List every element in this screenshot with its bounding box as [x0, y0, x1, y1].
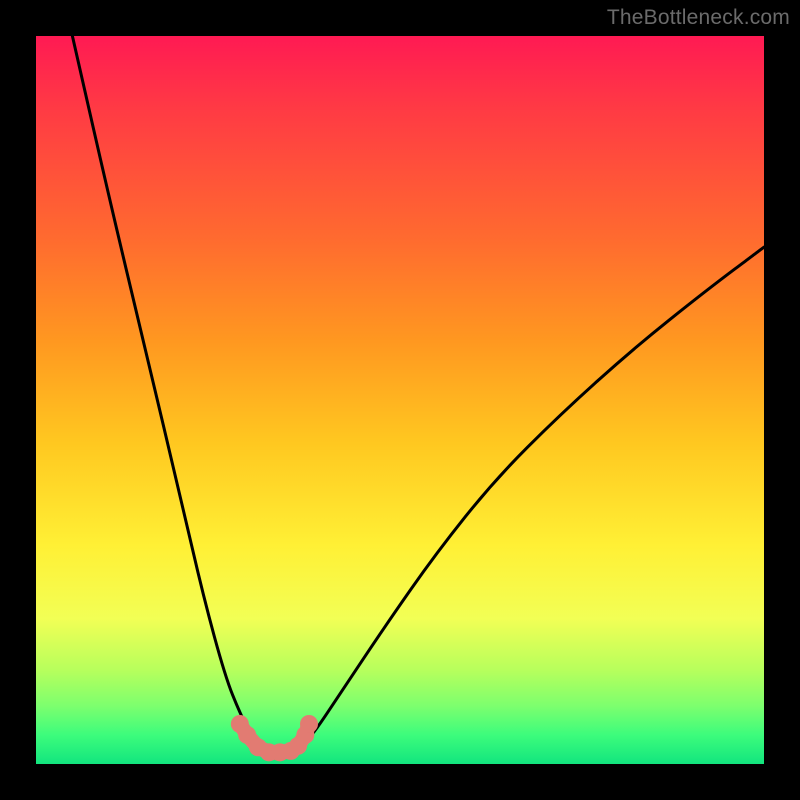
chart-frame: TheBottleneck.com [0, 0, 800, 800]
marker-dot [300, 715, 318, 733]
watermark-text: TheBottleneck.com [607, 6, 790, 30]
plot-area [36, 36, 764, 764]
curve-markers [231, 715, 318, 761]
bottleneck-curve [72, 36, 764, 755]
chart-svg [36, 36, 764, 764]
